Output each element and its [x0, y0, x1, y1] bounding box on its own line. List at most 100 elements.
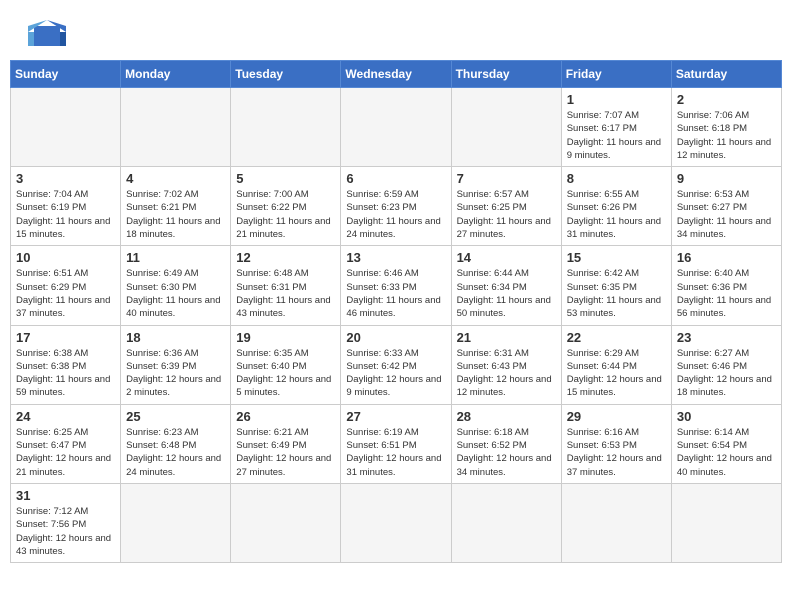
day-number: 4 [126, 171, 225, 186]
day-number: 24 [16, 409, 115, 424]
calendar-cell [231, 483, 341, 562]
day-number: 10 [16, 250, 115, 265]
day-number: 5 [236, 171, 335, 186]
calendar: SundayMondayTuesdayWednesdayThursdayFrid… [0, 60, 792, 573]
calendar-cell: 10 Sunrise: 6:51 AM Sunset: 6:29 PM Dayli… [11, 246, 121, 325]
day-number: 1 [567, 92, 666, 107]
calendar-cell: 28 Sunrise: 6:18 AM Sunset: 6:52 PM Dayli… [451, 404, 561, 483]
day-number: 7 [457, 171, 556, 186]
calendar-cell: 3 Sunrise: 7:04 AM Sunset: 6:19 PM Daylig… [11, 167, 121, 246]
calendar-cell: 31 Sunrise: 7:12 AM Sunset: 7:56 PM Dayli… [11, 483, 121, 562]
week-row-5: 24 Sunrise: 6:25 AM Sunset: 6:47 PM Dayli… [11, 404, 782, 483]
calendar-cell: 16 Sunrise: 6:40 AM Sunset: 6:36 PM Dayli… [671, 246, 781, 325]
day-info: Sunrise: 6:38 AM Sunset: 6:38 PM Dayligh… [16, 347, 115, 400]
day-info: Sunrise: 7:02 AM Sunset: 6:21 PM Dayligh… [126, 188, 225, 241]
day-info: Sunrise: 6:55 AM Sunset: 6:26 PM Dayligh… [567, 188, 666, 241]
calendar-cell [231, 88, 341, 167]
day-info: Sunrise: 6:59 AM Sunset: 6:23 PM Dayligh… [346, 188, 445, 241]
day-info: Sunrise: 7:07 AM Sunset: 6:17 PM Dayligh… [567, 109, 666, 162]
calendar-cell: 11Sunrise: 6:49 AM Sunset: 6:30 PM Dayli… [121, 246, 231, 325]
calendar-table: SundayMondayTuesdayWednesdayThursdayFrid… [10, 60, 782, 563]
day-info: Sunrise: 6:57 AM Sunset: 6:25 PM Dayligh… [457, 188, 556, 241]
day-number: 31 [16, 488, 115, 503]
day-number: 22 [567, 330, 666, 345]
day-info: Sunrise: 6:33 AM Sunset: 6:42 PM Dayligh… [346, 347, 445, 400]
header-day-saturday: Saturday [671, 61, 781, 88]
calendar-cell [671, 483, 781, 562]
day-info: Sunrise: 6:42 AM Sunset: 6:35 PM Dayligh… [567, 267, 666, 320]
page-header [0, 0, 792, 60]
calendar-cell: 23Sunrise: 6:27 AM Sunset: 6:46 PM Dayli… [671, 325, 781, 404]
day-number: 11 [126, 250, 225, 265]
day-info: Sunrise: 6:14 AM Sunset: 6:54 PM Dayligh… [677, 426, 776, 479]
week-row-2: 3 Sunrise: 7:04 AM Sunset: 6:19 PM Daylig… [11, 167, 782, 246]
day-info: Sunrise: 7:06 AM Sunset: 6:18 PM Dayligh… [677, 109, 776, 162]
calendar-cell [341, 88, 451, 167]
day-number: 28 [457, 409, 556, 424]
header-row: SundayMondayTuesdayWednesdayThursdayFrid… [11, 61, 782, 88]
calendar-cell: 9 Sunrise: 6:53 AM Sunset: 6:27 PM Daylig… [671, 167, 781, 246]
calendar-cell [121, 88, 231, 167]
day-number: 20 [346, 330, 445, 345]
day-info: Sunrise: 7:04 AM Sunset: 6:19 PM Dayligh… [16, 188, 115, 241]
calendar-header: SundayMondayTuesdayWednesdayThursdayFrid… [11, 61, 782, 88]
header-day-wednesday: Wednesday [341, 61, 451, 88]
header-day-monday: Monday [121, 61, 231, 88]
day-info: Sunrise: 7:12 AM Sunset: 7:56 PM Dayligh… [16, 505, 115, 558]
day-number: 2 [677, 92, 776, 107]
day-number: 16 [677, 250, 776, 265]
day-info: Sunrise: 6:18 AM Sunset: 6:52 PM Dayligh… [457, 426, 556, 479]
calendar-cell: 18Sunrise: 6:36 AM Sunset: 6:39 PM Dayli… [121, 325, 231, 404]
day-info: Sunrise: 6:16 AM Sunset: 6:53 PM Dayligh… [567, 426, 666, 479]
calendar-cell: 30Sunrise: 6:14 AM Sunset: 6:54 PM Dayli… [671, 404, 781, 483]
week-row-4: 17 Sunrise: 6:38 AM Sunset: 6:38 PM Dayli… [11, 325, 782, 404]
day-info: Sunrise: 6:27 AM Sunset: 6:46 PM Dayligh… [677, 347, 776, 400]
calendar-cell: 2 Sunrise: 7:06 AM Sunset: 6:18 PM Daylig… [671, 88, 781, 167]
day-info: Sunrise: 6:25 AM Sunset: 6:47 PM Dayligh… [16, 426, 115, 479]
calendar-cell [121, 483, 231, 562]
day-number: 21 [457, 330, 556, 345]
day-info: Sunrise: 6:40 AM Sunset: 6:36 PM Dayligh… [677, 267, 776, 320]
day-number: 25 [126, 409, 225, 424]
calendar-cell: 14 Sunrise: 6:44 AM Sunset: 6:34 PM Dayli… [451, 246, 561, 325]
calendar-cell [451, 483, 561, 562]
day-info: Sunrise: 6:36 AM Sunset: 6:39 PM Dayligh… [126, 347, 225, 400]
calendar-cell [561, 483, 671, 562]
day-info: Sunrise: 6:48 AM Sunset: 6:31 PM Dayligh… [236, 267, 335, 320]
day-number: 9 [677, 171, 776, 186]
day-number: 19 [236, 330, 335, 345]
week-row-6: 31 Sunrise: 7:12 AM Sunset: 7:56 PM Dayli… [11, 483, 782, 562]
day-number: 14 [457, 250, 556, 265]
calendar-cell: 27Sunrise: 6:19 AM Sunset: 6:51 PM Dayli… [341, 404, 451, 483]
calendar-cell: 17 Sunrise: 6:38 AM Sunset: 6:38 PM Dayli… [11, 325, 121, 404]
calendar-cell: 7 Sunrise: 6:57 AM Sunset: 6:25 PM Daylig… [451, 167, 561, 246]
calendar-cell: 5Sunrise: 7:00 AM Sunset: 6:22 PM Daylig… [231, 167, 341, 246]
day-number: 26 [236, 409, 335, 424]
calendar-cell: 20 Sunrise: 6:33 AM Sunset: 6:42 PM Dayli… [341, 325, 451, 404]
day-number: 13 [346, 250, 445, 265]
calendar-cell: 25 Sunrise: 6:23 AM Sunset: 6:48 PM Dayli… [121, 404, 231, 483]
header-day-friday: Friday [561, 61, 671, 88]
calendar-cell: 12Sunrise: 6:48 AM Sunset: 6:31 PM Dayli… [231, 246, 341, 325]
day-info: Sunrise: 6:23 AM Sunset: 6:48 PM Dayligh… [126, 426, 225, 479]
day-info: Sunrise: 6:51 AM Sunset: 6:29 PM Dayligh… [16, 267, 115, 320]
day-info: Sunrise: 6:44 AM Sunset: 6:34 PM Dayligh… [457, 267, 556, 320]
calendar-cell: 1 Sunrise: 7:07 AM Sunset: 6:17 PM Daylig… [561, 88, 671, 167]
day-info: Sunrise: 6:29 AM Sunset: 6:44 PM Dayligh… [567, 347, 666, 400]
calendar-cell [341, 483, 451, 562]
logo [24, 18, 66, 50]
day-number: 27 [346, 409, 445, 424]
calendar-cell [451, 88, 561, 167]
calendar-cell: 24 Sunrise: 6:25 AM Sunset: 6:47 PM Dayli… [11, 404, 121, 483]
day-info: Sunrise: 6:35 AM Sunset: 6:40 PM Dayligh… [236, 347, 335, 400]
day-info: Sunrise: 6:31 AM Sunset: 6:43 PM Dayligh… [457, 347, 556, 400]
header-day-sunday: Sunday [11, 61, 121, 88]
calendar-cell: 6 Sunrise: 6:59 AM Sunset: 6:23 PM Daylig… [341, 167, 451, 246]
calendar-body: 1 Sunrise: 7:07 AM Sunset: 6:17 PM Daylig… [11, 88, 782, 563]
calendar-cell: 22 Sunrise: 6:29 AM Sunset: 6:44 PM Dayli… [561, 325, 671, 404]
day-info: Sunrise: 6:53 AM Sunset: 6:27 PM Dayligh… [677, 188, 776, 241]
day-info: Sunrise: 6:21 AM Sunset: 6:49 PM Dayligh… [236, 426, 335, 479]
day-number: 17 [16, 330, 115, 345]
day-number: 6 [346, 171, 445, 186]
day-number: 3 [16, 171, 115, 186]
